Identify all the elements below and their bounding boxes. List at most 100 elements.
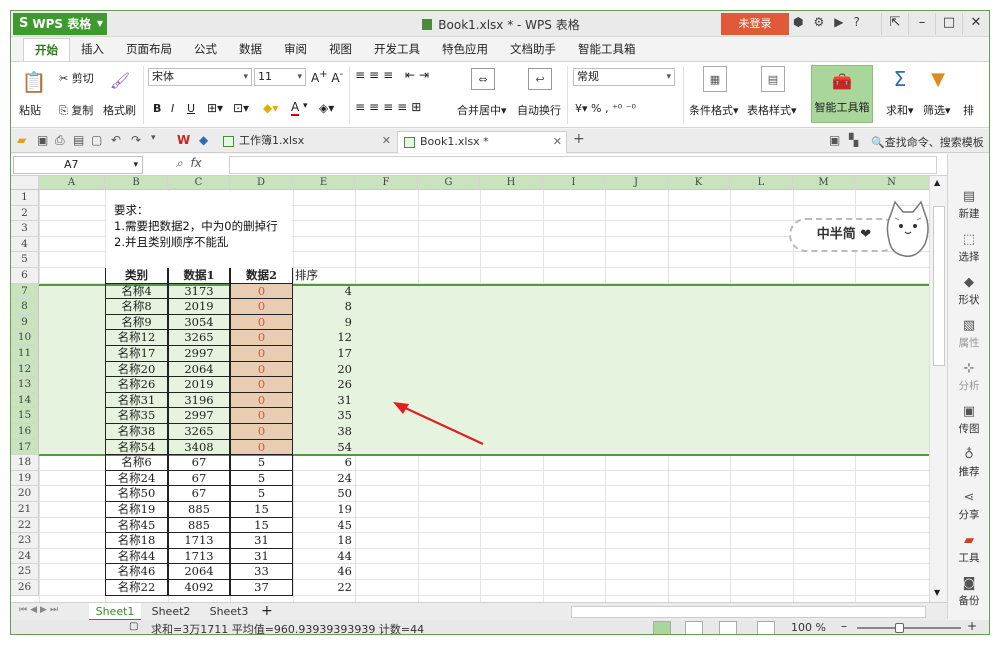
- page-break-view-button[interactable]: [685, 621, 703, 634]
- chevron-down-icon[interactable]: ▾: [303, 101, 308, 111]
- table-cell[interactable]: 22: [293, 580, 355, 596]
- font-grow-icon[interactable]: A+ A-: [311, 69, 343, 85]
- tab-page-layout[interactable]: 页面布局: [115, 38, 183, 61]
- table-cell[interactable]: 名称24: [105, 470, 168, 487]
- table-cell[interactable]: 名称50: [105, 486, 168, 502]
- wrap-text-icon[interactable]: ↩: [528, 68, 552, 90]
- sort-button[interactable]: 排: [963, 102, 974, 118]
- table-cell[interactable]: 2064: [168, 361, 230, 378]
- sum-icon[interactable]: Σ: [889, 66, 911, 92]
- table-cell[interactable]: 67: [168, 455, 230, 471]
- help-icon[interactable]: ?: [853, 15, 859, 29]
- smart-toolbox-button[interactable]: 🧰 智能工具箱: [811, 65, 873, 123]
- table-cell[interactable]: 名称9: [105, 314, 168, 331]
- table-cell[interactable]: 2019: [168, 299, 230, 315]
- table-style-button[interactable]: 表格样式▾: [747, 102, 797, 118]
- row-header[interactable]: 10: [11, 330, 39, 346]
- table-cell[interactable]: 31: [230, 548, 293, 565]
- wrap-text-button[interactable]: 自动换行: [517, 102, 561, 118]
- doc-tab-book1[interactable]: Book1.xlsx * ✕: [397, 131, 567, 153]
- tab-formula[interactable]: 公式: [183, 38, 228, 61]
- align-top-icons[interactable]: ≡≡≡ ⇤⇥: [355, 68, 433, 82]
- table-cell[interactable]: 0: [230, 314, 293, 331]
- redo-icon[interactable]: ↷: [131, 133, 141, 147]
- table-cell[interactable]: 15: [230, 517, 293, 534]
- row-header[interactable]: 19: [11, 470, 39, 487]
- number-format-icons[interactable]: ¥▾ % ‚ ⁺⁰ ⁻⁰: [575, 102, 636, 115]
- row-header[interactable]: 11: [11, 346, 39, 362]
- table-cell[interactable]: 45: [293, 518, 355, 534]
- row-header[interactable]: 9: [11, 314, 39, 331]
- tab-doc-assistant[interactable]: 文档助手: [499, 38, 567, 61]
- customize-dropdown-icon[interactable]: ▾: [151, 133, 156, 143]
- sidebar-item-tools[interactable]: ▰ 工具: [948, 533, 989, 565]
- new-tab-plus-icon[interactable]: +: [573, 131, 585, 147]
- table-cell[interactable]: 3196: [168, 392, 230, 409]
- merge-center-icon[interactable]: ⇔: [471, 68, 495, 90]
- column-header[interactable]: J: [605, 176, 668, 190]
- table-cell[interactable]: 3265: [168, 330, 230, 346]
- fx-icon[interactable]: fx: [190, 156, 201, 170]
- tab-view[interactable]: 视图: [318, 38, 363, 61]
- print-preview-icon[interactable]: ⎙: [55, 133, 65, 148]
- table-cell[interactable]: 44: [293, 549, 355, 565]
- table-cell[interactable]: 6: [293, 455, 355, 471]
- column-header[interactable]: I: [543, 176, 605, 190]
- sidebar-item-backup[interactable]: ◙ 备份: [948, 576, 989, 608]
- table-header-cell[interactable]: 类别: [105, 268, 168, 284]
- table-cell[interactable]: 0: [230, 424, 293, 440]
- table-cell[interactable]: 1713: [168, 548, 230, 565]
- doc-tab-workbook1[interactable]: 工作簿1.xlsx ✕: [217, 131, 395, 153]
- close-icon[interactable]: ✕: [553, 132, 562, 152]
- row-header[interactable]: 3: [11, 221, 39, 237]
- vertical-scrollbar[interactable]: ▲ ▼: [929, 176, 947, 602]
- normal-view-button[interactable]: [653, 621, 671, 634]
- column-header[interactable]: E: [293, 176, 355, 190]
- formula-input[interactable]: [229, 156, 937, 174]
- tab-smart-toolbox[interactable]: 智能工具箱: [567, 38, 647, 61]
- export-icon[interactable]: ▢: [91, 133, 102, 147]
- row-header[interactable]: 6: [11, 268, 39, 284]
- scroll-down-icon[interactable]: ▼: [934, 588, 940, 597]
- row-header[interactable]: 16: [11, 424, 39, 440]
- table-cell[interactable]: 名称12: [105, 330, 168, 346]
- tab-home[interactable]: 开始: [23, 38, 70, 61]
- table-cell[interactable]: 名称17: [105, 346, 168, 362]
- share-icon[interactable]: ▶: [834, 15, 843, 29]
- underline-button[interactable]: U: [187, 102, 195, 115]
- row-header[interactable]: 8: [11, 299, 39, 315]
- zoom-slider-knob[interactable]: [895, 623, 904, 633]
- close-button[interactable]: ✕: [962, 13, 989, 35]
- format-painter-icon[interactable]: 🖌: [108, 68, 132, 92]
- table-cell[interactable]: 名称18: [105, 533, 168, 549]
- table-cell[interactable]: 24: [293, 471, 355, 487]
- table-cell[interactable]: 2019: [168, 377, 230, 393]
- sidebar-item-select[interactable]: ⬚ 选择: [948, 232, 989, 264]
- table-cell[interactable]: 名称19: [105, 502, 168, 518]
- sheet-tab-3[interactable]: Sheet3: [203, 603, 255, 621]
- table-style-icon[interactable]: ▤: [761, 66, 785, 92]
- column-header[interactable]: A: [39, 176, 105, 190]
- sum-button[interactable]: 求和▾: [886, 102, 914, 118]
- filter-button[interactable]: 筛选▾: [923, 102, 951, 118]
- page-layout-view-button[interactable]: [719, 621, 737, 634]
- row-header[interactable]: 14: [11, 392, 39, 409]
- row-header[interactable]: 5: [11, 252, 39, 268]
- cut-button[interactable]: ✂ 剪切: [59, 70, 94, 86]
- skin-icon[interactable]: ⬢: [793, 15, 803, 29]
- wps-home-icon[interactable]: W: [177, 133, 190, 147]
- tab-review[interactable]: 审阅: [273, 38, 318, 61]
- column-header[interactable]: B: [105, 176, 168, 190]
- table-cell[interactable]: 885: [168, 502, 230, 518]
- table-cell[interactable]: 名称26: [105, 377, 168, 393]
- table-cell[interactable]: 46: [293, 564, 355, 580]
- table-cell[interactable]: 3173: [168, 283, 230, 300]
- reading-view-button[interactable]: [757, 621, 775, 634]
- select-all-corner[interactable]: [11, 176, 39, 190]
- table-cell[interactable]: 1713: [168, 533, 230, 549]
- row-header[interactable]: 12: [11, 361, 39, 378]
- table-cell[interactable]: 0: [230, 439, 293, 456]
- table-cell[interactable]: 26: [293, 377, 355, 393]
- column-header[interactable]: L: [730, 176, 793, 190]
- table-cell[interactable]: 0: [230, 392, 293, 409]
